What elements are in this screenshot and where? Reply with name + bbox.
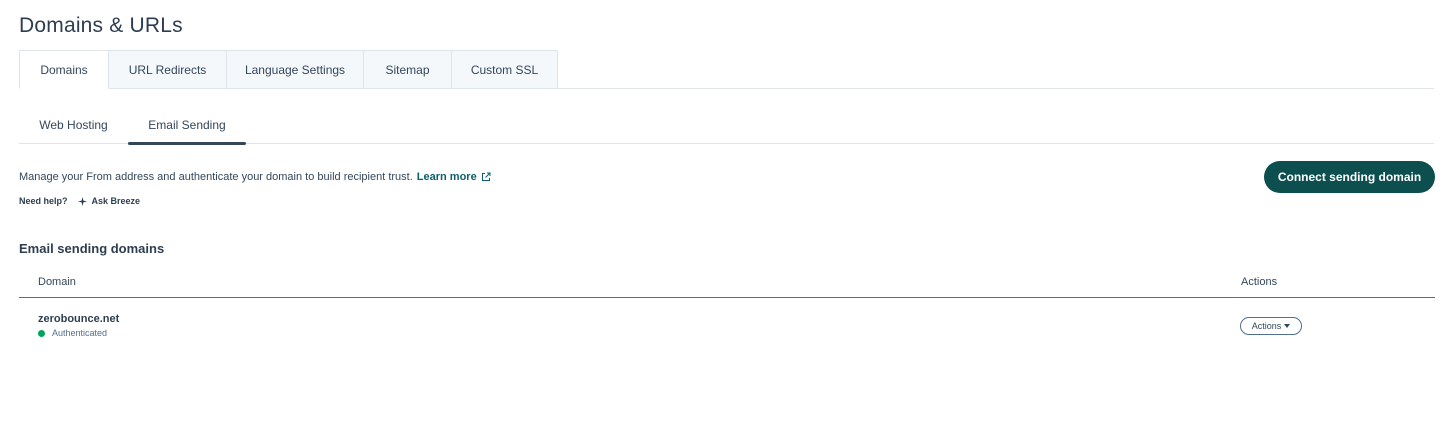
description-text: Manage your From address and authenticat… xyxy=(19,171,413,183)
need-help-label: Need help? xyxy=(19,196,68,206)
page: Domains & URLs Domains URL Redirects Lan… xyxy=(0,0,1450,441)
secondary-tabs: Web Hosting Email Sending xyxy=(19,106,1434,145)
sparkle-icon xyxy=(77,196,87,206)
primary-tabs: Domains URL Redirects Language Settings … xyxy=(19,50,1434,89)
table-header: Domain Actions xyxy=(19,267,1435,298)
connect-sending-domain-button[interactable]: Connect sending domain xyxy=(1264,161,1435,193)
status-dot-icon xyxy=(38,329,45,337)
tab-custom-ssl[interactable]: Custom SSL xyxy=(452,50,558,89)
tab-sitemap[interactable]: Sitemap xyxy=(364,50,452,89)
tab-domains[interactable]: Domains xyxy=(19,50,109,89)
email-domains-table: Domain Actions zerobounce.net Authentica… xyxy=(19,267,1435,350)
subtab-email-sending[interactable]: Email Sending xyxy=(128,106,246,145)
status-label: Authenticated xyxy=(52,328,108,338)
subtab-web-hosting[interactable]: Web Hosting xyxy=(19,106,128,144)
table-row: zerobounce.net Authenticated Actions xyxy=(19,298,1435,350)
actions-dropdown-button[interactable]: Actions xyxy=(1240,317,1302,335)
help-row: Need help? Ask Breeze xyxy=(19,196,140,206)
caret-down-icon xyxy=(1284,324,1291,328)
tab-language-settings[interactable]: Language Settings xyxy=(227,50,364,89)
learn-more-label: Learn more xyxy=(416,171,477,183)
column-header-actions: Actions xyxy=(1241,276,1278,288)
status-badge: Authenticated xyxy=(38,328,107,338)
actions-label: Actions xyxy=(1251,321,1282,331)
domain-name: zerobounce.net xyxy=(38,313,120,325)
learn-more-link[interactable]: Learn more xyxy=(417,171,491,183)
ask-breeze-label: Ask Breeze xyxy=(91,196,141,206)
ask-breeze-button[interactable]: Ask Breeze xyxy=(77,196,141,206)
tab-url-redirects[interactable]: URL Redirects xyxy=(109,50,227,89)
external-link-icon xyxy=(481,172,491,182)
section-title: Email sending domains xyxy=(19,241,165,256)
column-header-domain: Domain xyxy=(38,276,76,288)
page-title: Domains & URLs xyxy=(19,14,183,37)
intro-description: Manage your From address and authenticat… xyxy=(19,171,491,183)
